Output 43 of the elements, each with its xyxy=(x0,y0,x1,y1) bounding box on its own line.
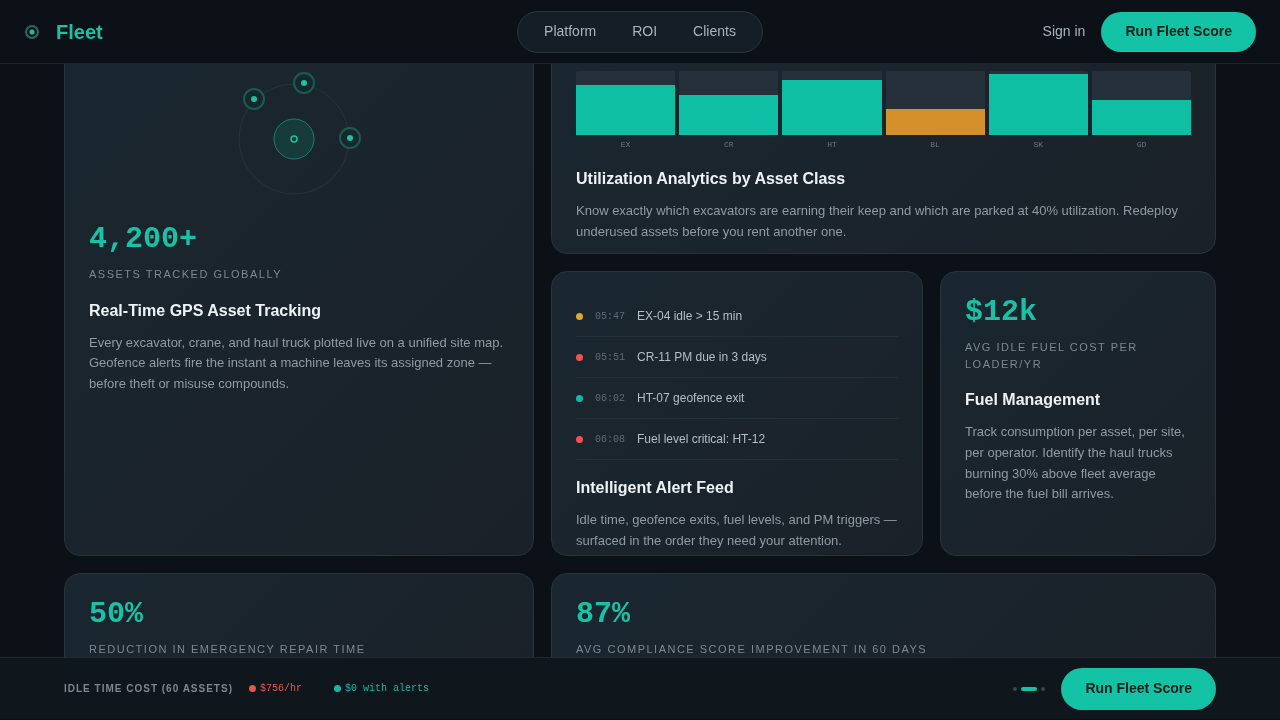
stat-label: REDUCTION IN EMERGENCY REPAIR TIME xyxy=(89,642,367,657)
pager-dot[interactable] xyxy=(1013,686,1018,691)
card-description: Track consumption per asset, per site, per operator. Identify the haul trucks burning 30% above fleet average before the fuel bill arrives. xyxy=(965,423,1186,504)
nav-link[interactable]: ROI xyxy=(614,21,676,42)
nav-link[interactable]: Clients xyxy=(675,21,754,42)
alert-time: 06:02 xyxy=(595,391,625,406)
alert-time: 05:47 xyxy=(595,309,625,324)
card-title: Intelligent Alert Feed xyxy=(576,478,735,498)
bar-label: SK xyxy=(1032,139,1045,151)
cta-button[interactable]: Run Fleet Score xyxy=(1061,667,1216,710)
stat-label: AVG COMPLIANCE SCORE IMPROVEMENT IN 60 DAYS xyxy=(576,642,929,657)
nav-link[interactable]: Platform xyxy=(526,21,615,42)
cta-button[interactable]: Run Fleet Score xyxy=(1101,11,1256,52)
stat-value: 87% xyxy=(576,598,631,631)
logo-icon xyxy=(24,23,40,40)
bar-label: EX xyxy=(619,139,632,151)
alert-text: HT-07 geofence exit xyxy=(637,390,745,407)
card-title: Fuel Management xyxy=(965,390,1102,410)
bar-label: CR xyxy=(722,139,735,151)
card-title: Real-Time GPS Asset Tracking xyxy=(89,300,323,321)
cost-value: $0 with alerts xyxy=(345,682,429,696)
card-description: Idle time, geofence exits, fuel levels, and PM triggers — surfaced in the order they need your attention. xyxy=(576,511,898,550)
brand-name[interactable]: Fleet xyxy=(56,16,103,47)
card-description: Know exactly which excavators are earning their keep and which are parked at 40% utilization. Redeploy underused assets before you rent another one. xyxy=(576,202,1179,241)
alert-time: 06:08 xyxy=(595,432,625,447)
cost-value: $756/hr xyxy=(260,682,302,696)
card-title: Utilization Analytics by Asset Class xyxy=(576,169,847,189)
stat-label: AVG IDLE FUEL COST PER LOADER/YR xyxy=(965,340,1139,372)
sign-in-link[interactable]: Sign in xyxy=(1042,21,1086,42)
stat-value: $12k xyxy=(965,296,1038,329)
alert-text: EX-04 idle > 15 min xyxy=(637,308,743,325)
alert-text: CR-11 PM due in 3 days xyxy=(637,349,767,366)
bar-label: HT xyxy=(826,139,838,151)
alert-time: 05:51 xyxy=(595,350,625,365)
bar-label: GD xyxy=(1135,139,1148,151)
pager-dot[interactable] xyxy=(1041,686,1046,691)
stat-value: 50% xyxy=(89,598,144,631)
stat-value: 4,200+ xyxy=(89,223,199,256)
card-description: Every excavator, crane, and haul truck plotted live on a unified site map. Geofence alerts fire the instant a machine leaves its assigned zone — before theft or misuse compounds. xyxy=(89,333,505,394)
stat-label: ASSETS TRACKED GLOBALLY xyxy=(89,267,284,282)
cost-label: IDLE TIME COST (60 ASSETS) xyxy=(64,682,233,696)
alert-text: Fuel level critical: HT-12 xyxy=(637,431,766,448)
bar-label: BL xyxy=(929,139,941,151)
